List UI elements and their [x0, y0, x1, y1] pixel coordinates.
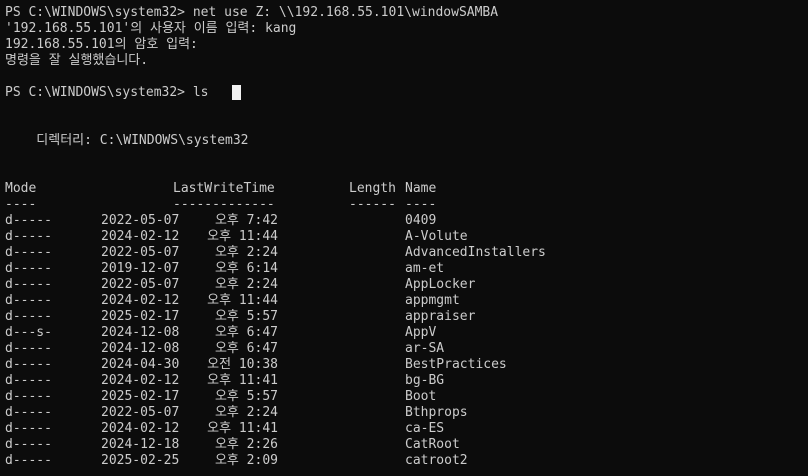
header-lastwritetime: LastWriteTime — [173, 181, 275, 196]
password-prompt: 192.168.55.101의 암호 입력: — [5, 37, 198, 52]
row-date: 2024-02-12 — [101, 373, 180, 388]
row-time: 오후 6:47 — [214, 325, 278, 340]
row-name: BestPractices — [405, 357, 507, 372]
row-date: 2022-05-07 — [101, 277, 180, 292]
separator-lastwritetime: ------------- — [173, 197, 275, 212]
row-name: appraiser — [405, 309, 476, 324]
separator-name: ---- — [405, 197, 437, 212]
row-name: A-Volute — [405, 229, 468, 244]
row-date: 2025-02-17 — [101, 309, 180, 324]
row-date: 2025-02-17 — [101, 389, 180, 404]
row-time: 오전 10:38 — [207, 357, 278, 372]
row-time: 오후 2:24 — [214, 245, 278, 260]
row-mode: d----- — [5, 405, 52, 420]
row-name: CatRoot — [405, 437, 460, 452]
row-mode: d----- — [5, 453, 52, 468]
row-mode: d----- — [5, 389, 52, 404]
separator-length: ------ — [349, 197, 396, 212]
row-mode: d----- — [5, 213, 52, 228]
success-message: 명령을 잘 실행했습니다. — [5, 53, 149, 68]
row-date: 2024-12-18 — [101, 437, 180, 452]
row-time: 오후 5:57 — [214, 309, 278, 324]
row-name: Boot — [405, 389, 437, 404]
header-mode: Mode — [5, 181, 37, 196]
row-mode: d----- — [5, 229, 52, 244]
row-time: 오후 7:42 — [214, 213, 278, 228]
row-time: 오후 11:44 — [207, 293, 278, 308]
row-time: 오후 11:41 — [207, 373, 278, 388]
row-time: 오후 11:41 — [207, 421, 278, 436]
table-header: Mode LastWriteTime Length Name — [5, 181, 436, 197]
header-name: Name — [405, 181, 437, 196]
row-name: ca-ES — [405, 421, 445, 436]
row-time: 오후 2:24 — [214, 405, 278, 420]
row-name: catroot2 — [405, 453, 468, 468]
row-date: 2019-12-07 — [101, 261, 180, 276]
row-name: am-et — [405, 261, 445, 276]
row-name: AdvancedInstallers — [405, 245, 546, 260]
row-name: ar-SA — [405, 341, 445, 356]
row-time: 오후 6:14 — [214, 261, 278, 276]
row-mode: d----- — [5, 309, 52, 324]
row-mode: d----- — [5, 341, 52, 356]
command-line-net-use: PS C:\WINDOWS\system32> net use Z: \\192… — [5, 5, 499, 20]
username-prompt: '192.168.55.101'의 사용자 이름 입력: kang — [5, 21, 297, 36]
row-time: 오후 2:26 — [214, 437, 278, 452]
row-mode: d----- — [5, 293, 52, 308]
row-date: 2024-02-12 — [101, 229, 180, 244]
row-mode: d----- — [5, 373, 52, 388]
row-date: 2024-02-12 — [101, 421, 180, 436]
row-time: 오후 6:47 — [214, 341, 278, 356]
header-length: Length — [349, 181, 396, 196]
directory-label: 디렉터리: C:\WINDOWS\system32 — [5, 133, 249, 148]
row-time: 오후 2:09 — [214, 453, 278, 468]
prompt-text: PS C:\WINDOWS\system32> ls — [5, 85, 209, 100]
terminal-window[interactable]: PS C:\WINDOWS\system32> net use Z: \\192… — [0, 0, 808, 476]
row-date: 2022-05-07 — [101, 245, 180, 260]
row-name: AppV — [405, 325, 437, 340]
row-mode: d----- — [5, 357, 52, 372]
row-date: 2022-05-07 — [101, 213, 180, 228]
prompt-line-ls[interactable]: PS C:\WINDOWS\system32> ls — [5, 85, 241, 101]
row-time: 오후 11:44 — [207, 229, 278, 244]
row-date: 2024-12-08 — [101, 341, 180, 356]
text-cursor — [231, 85, 241, 100]
row-date: 2024-12-08 — [101, 325, 180, 340]
row-name: AppLocker — [405, 277, 476, 292]
row-mode: d----- — [5, 261, 52, 276]
row-name: Bthprops — [405, 405, 468, 420]
row-date: 2024-04-30 — [101, 357, 180, 372]
row-mode: d----- — [5, 277, 52, 292]
row-mode: d----- — [5, 245, 52, 260]
row-date: 2024-02-12 — [101, 293, 180, 308]
row-mode: d----- — [5, 421, 52, 436]
row-name: 0409 — [405, 213, 437, 228]
row-date: 2022-05-07 — [101, 405, 180, 420]
row-name: bg-BG — [405, 373, 445, 388]
row-time: 오후 2:24 — [214, 277, 278, 292]
row-mode: d---s- — [5, 325, 52, 340]
row-mode: d----- — [5, 437, 52, 452]
row-time: 오후 5:57 — [214, 389, 278, 404]
separator-mode: ---- — [5, 197, 37, 212]
row-date: 2025-02-25 — [101, 453, 180, 468]
row-name: appmgmt — [405, 293, 460, 308]
table-header-separator: ---- ------------- ------ ---- — [5, 197, 436, 213]
